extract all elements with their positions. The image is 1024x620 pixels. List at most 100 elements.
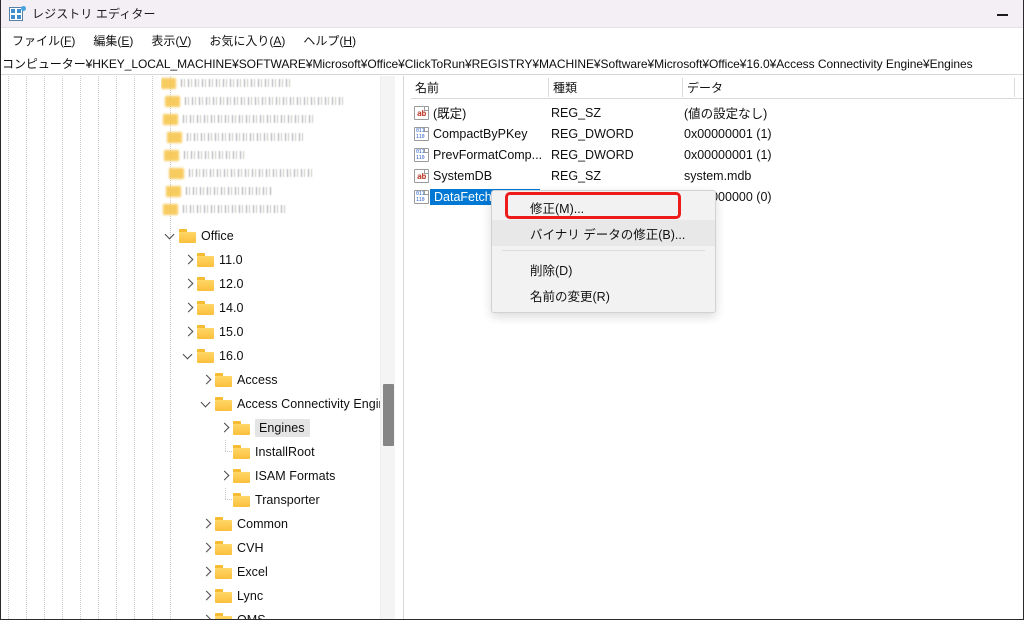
- folder-icon: [215, 397, 232, 411]
- tree-node-16-0[interactable]: 16.0: [181, 344, 244, 368]
- context-menu-item-rename[interactable]: 名前の変更(R): [492, 282, 715, 308]
- context-menu-item-modify[interactable]: 修正(M)...: [492, 194, 715, 220]
- minimize-icon: [997, 13, 1008, 15]
- chevron-down-icon[interactable]: [199, 392, 215, 416]
- tree-node-cvh[interactable]: CVH: [199, 536, 264, 560]
- tree-node-label: Engines: [255, 419, 310, 437]
- column-header-type[interactable]: 種類: [549, 76, 682, 98]
- string-value-icon: ab: [414, 168, 429, 183]
- tree-node-12-0[interactable]: 12.0: [181, 272, 244, 296]
- tree-node-engines[interactable]: Engines: [217, 416, 310, 440]
- context-menu-item-delete[interactable]: 削除(D): [492, 256, 715, 282]
- tree-node-excel[interactable]: Excel: [199, 560, 268, 584]
- scrollbar-thumb[interactable]: [383, 384, 394, 446]
- folder-icon: [215, 565, 232, 579]
- chevron-right-icon[interactable]: [199, 368, 215, 392]
- tree-node-11-0[interactable]: 11.0: [181, 248, 243, 272]
- tree-node-label: 14.0: [219, 301, 244, 315]
- tree-node-14-0[interactable]: 14.0: [181, 296, 244, 320]
- folder-icon: [215, 517, 232, 531]
- title-bar: レジストリ エディター: [1, 0, 1023, 28]
- value-data: (値の設定なし): [684, 107, 768, 121]
- tree-node-label: ISAM Formats: [255, 469, 336, 483]
- tree-node-label: 12.0: [219, 277, 244, 291]
- list-column-headers: 名前 種類 データ: [411, 76, 1023, 99]
- registry-tree-pane[interactable]: Office 11.0 12.0 14.0 15.0 16.0 Access A…: [1, 76, 395, 620]
- tree-scroll-region: Office 11.0 12.0 14.0 15.0 16.0 Access A…: [1, 76, 395, 620]
- column-header-data[interactable]: データ: [683, 76, 1014, 98]
- folder-icon: [233, 445, 250, 459]
- value-name: PrevFormatComp...: [433, 147, 543, 162]
- pane-splitter[interactable]: [395, 76, 411, 619]
- tree-line-icon: [217, 488, 233, 512]
- chevron-right-icon[interactable]: [181, 320, 197, 344]
- tree-node-access[interactable]: Access: [199, 368, 278, 392]
- tree-node-label: InstallRoot: [255, 445, 315, 459]
- chevron-right-icon[interactable]: [217, 416, 233, 440]
- chevron-right-icon[interactable]: [181, 248, 197, 272]
- folder-icon: [233, 469, 250, 483]
- table-row[interactable]: 011 110 PrevFormatComp... REG_DWORD 0x000…: [411, 144, 1023, 165]
- address-bar[interactable]: コンピューター¥HKEY_LOCAL_MACHINE¥SOFTWARE¥Micr…: [1, 53, 1023, 75]
- window-controls: [980, 0, 1023, 28]
- minimize-button[interactable]: [980, 0, 1023, 28]
- tree-node-common[interactable]: Common: [199, 512, 288, 536]
- dword-value-icon: 011 110: [414, 147, 429, 162]
- table-row[interactable]: ab (既定) REG_SZ (値の設定なし): [411, 102, 1023, 123]
- tree-node-oms[interactable]: OMS: [199, 608, 266, 620]
- value-name: CompactByPKey: [433, 126, 528, 141]
- tree-node-label: CVH: [237, 541, 264, 555]
- values-list-pane[interactable]: 名前 種類 データ ab (既定) REG_SZ (値の設定なし) 011 11…: [411, 76, 1023, 619]
- folder-icon: [197, 349, 214, 363]
- chevron-right-icon[interactable]: [199, 512, 215, 536]
- registry-editor-icon: [9, 5, 26, 22]
- chevron-right-icon[interactable]: [181, 272, 197, 296]
- menu-file[interactable]: ファイル(F): [3, 29, 84, 52]
- folder-icon: [197, 325, 214, 339]
- registry-editor-window: レジストリ エディター ファイル(F) 編集(E) 表示(V) お気に入り(A)…: [0, 0, 1024, 620]
- tree-node-transporter[interactable]: Transporter: [217, 488, 320, 512]
- folder-icon: [215, 541, 232, 555]
- column-header-name[interactable]: 名前: [411, 76, 548, 98]
- tree-node-lync[interactable]: Lync: [199, 584, 263, 608]
- chevron-right-icon[interactable]: [217, 464, 233, 488]
- tree-node-label: OMS: [237, 613, 266, 620]
- folder-icon: [197, 253, 214, 267]
- tree-node-access-connectivity-engine[interactable]: Access Connectivity Engine: [199, 392, 393, 416]
- tree-node-label: 16.0: [219, 349, 244, 363]
- value-data: 0x00000001 (1): [684, 147, 772, 162]
- tree-node-isam-formats[interactable]: ISAM Formats: [217, 464, 335, 488]
- chevron-down-icon[interactable]: [163, 224, 179, 248]
- chevron-right-icon[interactable]: [199, 560, 215, 584]
- value-type: REG_SZ: [551, 168, 602, 183]
- tree-line-icon: [217, 440, 233, 464]
- chevron-right-icon[interactable]: [199, 608, 215, 619]
- tree-node-15-0[interactable]: 15.0: [181, 320, 244, 344]
- menu-favorites[interactable]: お気に入り(A): [200, 29, 294, 52]
- dword-value-icon: 011 110: [414, 189, 429, 204]
- string-value-icon: ab: [414, 105, 429, 120]
- value-data: 0x00000001 (1): [684, 126, 772, 141]
- tree-node-label: 15.0: [219, 325, 244, 339]
- tree-vertical-scrollbar[interactable]: [380, 76, 395, 619]
- tree-node-office[interactable]: Office: [163, 224, 234, 248]
- folder-icon: [179, 229, 196, 243]
- chevron-right-icon[interactable]: [199, 584, 215, 608]
- chevron-right-icon[interactable]: [181, 296, 197, 320]
- tree-node-label: Access Connectivity Engine: [237, 397, 393, 411]
- table-row[interactable]: 011 110 CompactByPKey REG_DWORD 0x0000000…: [411, 123, 1023, 144]
- chevron-down-icon[interactable]: [181, 344, 197, 368]
- chevron-right-icon[interactable]: [199, 536, 215, 560]
- menu-edit[interactable]: 編集(E): [84, 29, 142, 52]
- table-row[interactable]: ab SystemDB REG_SZ system.mdb: [411, 165, 1023, 186]
- menu-bar: ファイル(F) 編集(E) 表示(V) お気に入り(A) ヘルプ(H): [1, 28, 1023, 53]
- context-menu[interactable]: 修正(M)... バイナリ データの修正(B)... 削除(D) 名前の変更(R…: [491, 190, 716, 313]
- tree-node-installroot[interactable]: InstallRoot: [217, 440, 315, 464]
- menu-view[interactable]: 表示(V): [142, 29, 200, 52]
- folder-icon: [215, 589, 232, 603]
- registry-path: コンピューター¥HKEY_LOCAL_MACHINE¥SOFTWARE¥Micr…: [2, 57, 973, 71]
- context-menu-item-modify-binary[interactable]: バイナリ データの修正(B)...: [492, 220, 715, 246]
- menu-help[interactable]: ヘルプ(H): [294, 29, 365, 52]
- tree-node-label: Excel: [237, 565, 268, 579]
- redacted-tree-nodes: [161, 76, 395, 224]
